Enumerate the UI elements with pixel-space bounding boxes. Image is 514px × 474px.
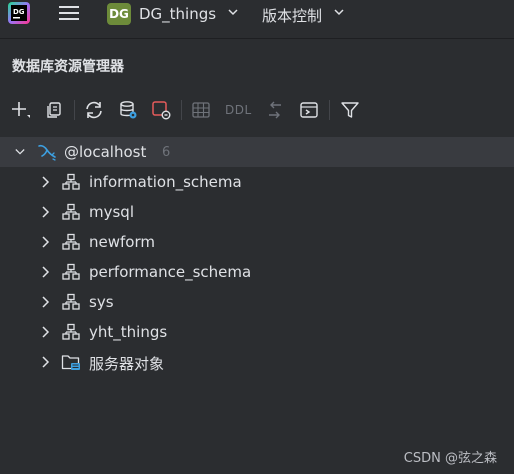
table-editor-icon[interactable] [191, 100, 211, 120]
tree-node-label: @localhost [64, 143, 147, 161]
title-bar: DG DG DG_things 版本控制 [0, 0, 514, 39]
chevron-down-icon[interactable] [15, 146, 25, 158]
toolbar-separator [74, 100, 75, 120]
svg-text:DG: DG [13, 8, 25, 16]
chevron-right-icon[interactable] [40, 296, 50, 308]
compare-icon[interactable] [265, 100, 285, 120]
panel-title: 数据库资源管理器 [12, 59, 124, 75]
chevron-down-icon[interactable] [228, 8, 238, 16]
chevron-right-icon[interactable] [40, 206, 50, 218]
schema-count: 6 [162, 145, 171, 160]
tree-node-schema[interactable]: newform [0, 227, 514, 257]
tree-node-label: mysql [89, 203, 134, 221]
tree-node-schema[interactable]: sys [0, 287, 514, 317]
disconnect-icon[interactable] [151, 100, 171, 120]
schema-icon [62, 263, 80, 280]
tree-node-label: 服务器对象 [89, 355, 165, 373]
project-name[interactable]: DG_things [139, 5, 216, 23]
jump-to-console-icon[interactable] [299, 100, 319, 120]
schema-icon [62, 203, 80, 220]
data-source-properties-icon[interactable] [118, 100, 138, 120]
chevron-right-icon[interactable] [40, 266, 50, 278]
chevron-right-icon[interactable] [40, 326, 50, 338]
tree-node-localhost[interactable]: @localhost 6 [0, 137, 514, 167]
add-icon[interactable] [10, 100, 30, 120]
chevron-right-icon[interactable] [40, 176, 50, 188]
tree-node-schema[interactable]: performance_schema [0, 257, 514, 287]
tree-node-schema[interactable]: mysql [0, 197, 514, 227]
server-objects-folder-icon [61, 355, 80, 370]
explorer-toolbar: DDL [0, 92, 514, 128]
tree-node-schema[interactable]: yht_things [0, 317, 514, 347]
refresh-icon[interactable] [84, 100, 104, 120]
schema-icon [62, 323, 80, 340]
duplicate-icon[interactable] [44, 100, 64, 120]
tree-node-label: performance_schema [89, 263, 252, 281]
toolbar-separator [181, 100, 182, 120]
filter-icon[interactable] [340, 100, 360, 120]
chevron-down-icon[interactable] [334, 8, 344, 16]
tree-node-label: newform [89, 233, 155, 251]
tree-node-server-objects[interactable]: 服务器对象 [0, 347, 514, 377]
vcs-menu[interactable]: 版本控制 [262, 5, 322, 26]
schema-icon [62, 293, 80, 310]
project-badge[interactable]: DG [107, 3, 131, 25]
chevron-right-icon[interactable] [40, 236, 50, 248]
datagrip-logo-icon[interactable]: DG [8, 2, 30, 24]
chevron-right-icon[interactable] [40, 356, 50, 368]
toolbar-separator [329, 100, 330, 120]
schema-icon [62, 233, 80, 250]
schema-icon [62, 173, 80, 190]
tree-node-label: yht_things [89, 323, 168, 341]
tree-node-label: sys [89, 293, 114, 311]
mysql-dolphin-icon [38, 144, 56, 161]
tree-node-schema[interactable]: information_schema [0, 167, 514, 197]
main-menu-icon[interactable] [58, 4, 80, 22]
ddl-button[interactable]: DDL [225, 103, 252, 117]
watermark: CSDN @弦之森 [403, 451, 497, 466]
tree-node-label: information_schema [89, 173, 242, 191]
